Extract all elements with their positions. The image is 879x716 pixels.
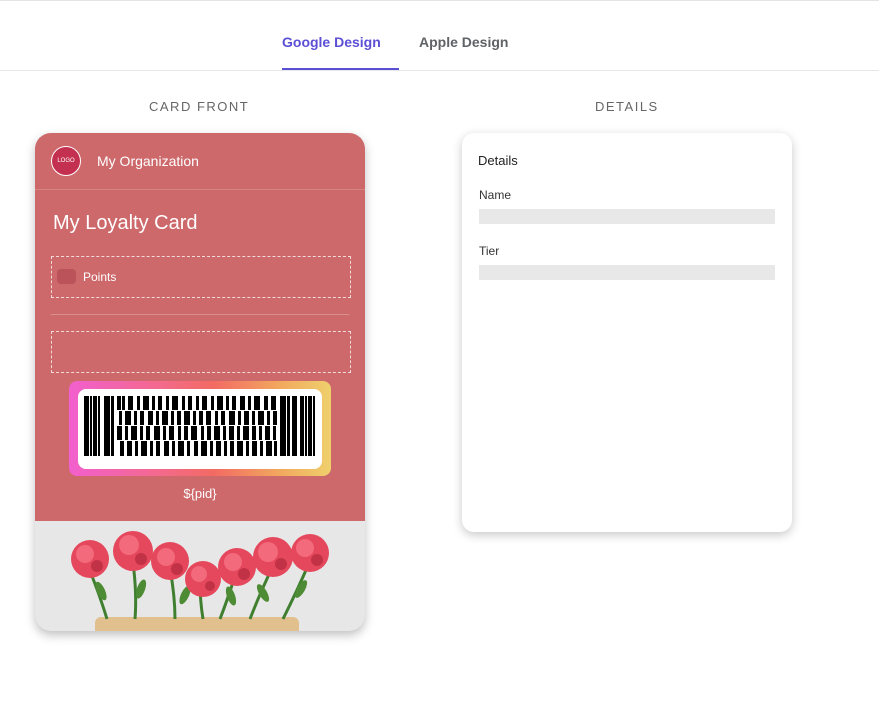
detail-label-tier: Tier xyxy=(479,244,500,258)
card-divider xyxy=(51,314,349,315)
organization-logo[interactable]: LOGO xyxy=(51,146,81,176)
points-label: Points xyxy=(83,270,117,284)
barcode-icon xyxy=(84,396,315,456)
barcode-frame xyxy=(69,381,331,476)
details-panel: Details Name Tier xyxy=(462,133,792,532)
card-title[interactable]: My Loyalty Card xyxy=(53,212,198,235)
card-front-heading: CARD FRONT xyxy=(149,99,250,114)
card-header: LOGO My Organization xyxy=(35,133,365,190)
points-field[interactable]: Points xyxy=(51,256,351,298)
barcode-value: ${pid} xyxy=(183,486,217,501)
detail-value-tier[interactable] xyxy=(479,265,775,280)
detail-label-name: Name xyxy=(479,188,512,202)
secondary-field-placeholder[interactable] xyxy=(51,331,351,373)
points-icon xyxy=(57,269,76,284)
loyalty-card-preview: LOGO My Organization My Loyalty Card Poi… xyxy=(35,133,365,631)
detail-value-name[interactable] xyxy=(479,209,775,224)
carnation-flowers-image xyxy=(35,521,365,631)
active-tab-indicator xyxy=(282,68,399,70)
details-title: Details xyxy=(478,153,518,168)
hero-image[interactable] xyxy=(35,521,365,631)
organization-name[interactable]: My Organization xyxy=(97,153,199,169)
barcode-container[interactable] xyxy=(78,389,322,469)
tab-apple-design[interactable]: Apple Design xyxy=(419,34,508,50)
design-tabs: Google Design Apple Design xyxy=(0,1,879,71)
tab-google-design[interactable]: Google Design xyxy=(282,34,381,50)
details-heading: DETAILS xyxy=(595,99,659,114)
